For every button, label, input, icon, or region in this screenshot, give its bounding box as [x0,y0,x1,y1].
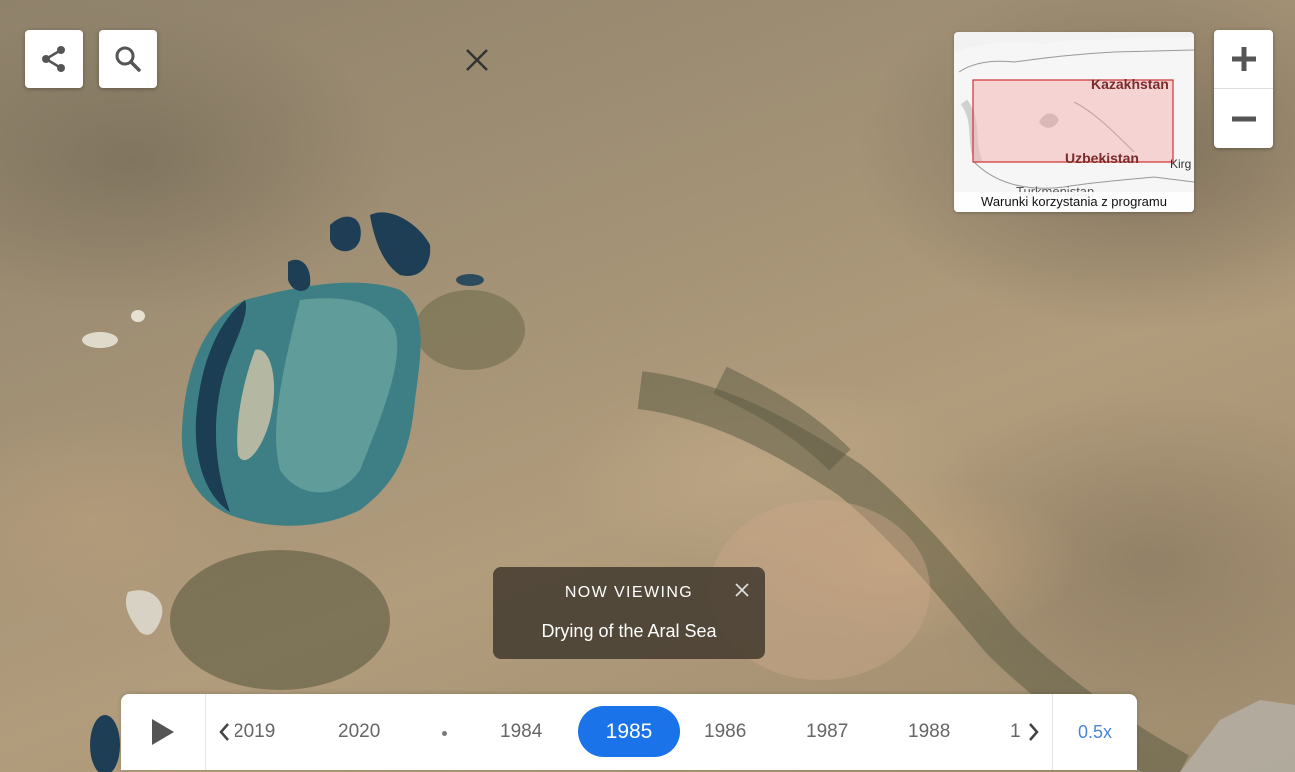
zoom-control [1214,30,1273,148]
separator-dot [442,731,447,736]
year-1988[interactable]: 1988 [908,721,950,743]
zoom-out-button[interactable] [1214,89,1273,148]
minus-icon [1231,116,1256,121]
year-1984[interactable]: 1984 [500,721,542,743]
year-1986[interactable]: 1986 [704,721,746,743]
close-icon[interactable] [464,47,490,73]
minimap[interactable]: Kazakhstan Uzbekistan Kirg Turkmenistan … [954,32,1194,212]
chevron-left-icon[interactable] [215,720,235,744]
play-icon [152,719,174,745]
share-button[interactable] [25,30,83,88]
play-button[interactable] [121,694,206,770]
search-icon [115,46,141,72]
year-1987[interactable]: 1987 [806,721,848,743]
timeline-bar: 2019 2020 1984 1985 1986 1987 1988 1 0.5… [121,694,1137,770]
minimap-label-kazakhstan: Kazakhstan [1091,76,1169,92]
year-2020[interactable]: 2020 [338,721,380,743]
chevron-right-icon[interactable] [1023,720,1043,744]
search-button[interactable] [99,30,157,88]
share-icon [42,46,65,72]
close-icon[interactable] [735,583,749,597]
year-next-partial[interactable]: 1 [1010,721,1021,743]
year-1985-selected[interactable]: 1985 [578,706,680,757]
terms-link[interactable]: Warunki korzystania z programu [954,192,1194,212]
zoom-in-button[interactable] [1214,30,1273,89]
now-viewing-title: Drying of the Aral Sea [541,621,717,641]
plus-icon [1231,47,1256,71]
year-scroller[interactable]: 2019 2020 1984 1985 1986 1987 1988 1 [207,694,1051,770]
playback-speed-button[interactable]: 0.5x [1052,694,1137,770]
now-viewing-card: NOW VIEWING Drying of the Aral Sea [493,567,765,659]
minimap-label-kirg: Kirg [1170,157,1192,171]
year-2019[interactable]: 2019 [233,721,275,743]
now-viewing-heading: NOW VIEWING [564,584,694,601]
minimap-label-uzbekistan: Uzbekistan [1065,150,1139,166]
